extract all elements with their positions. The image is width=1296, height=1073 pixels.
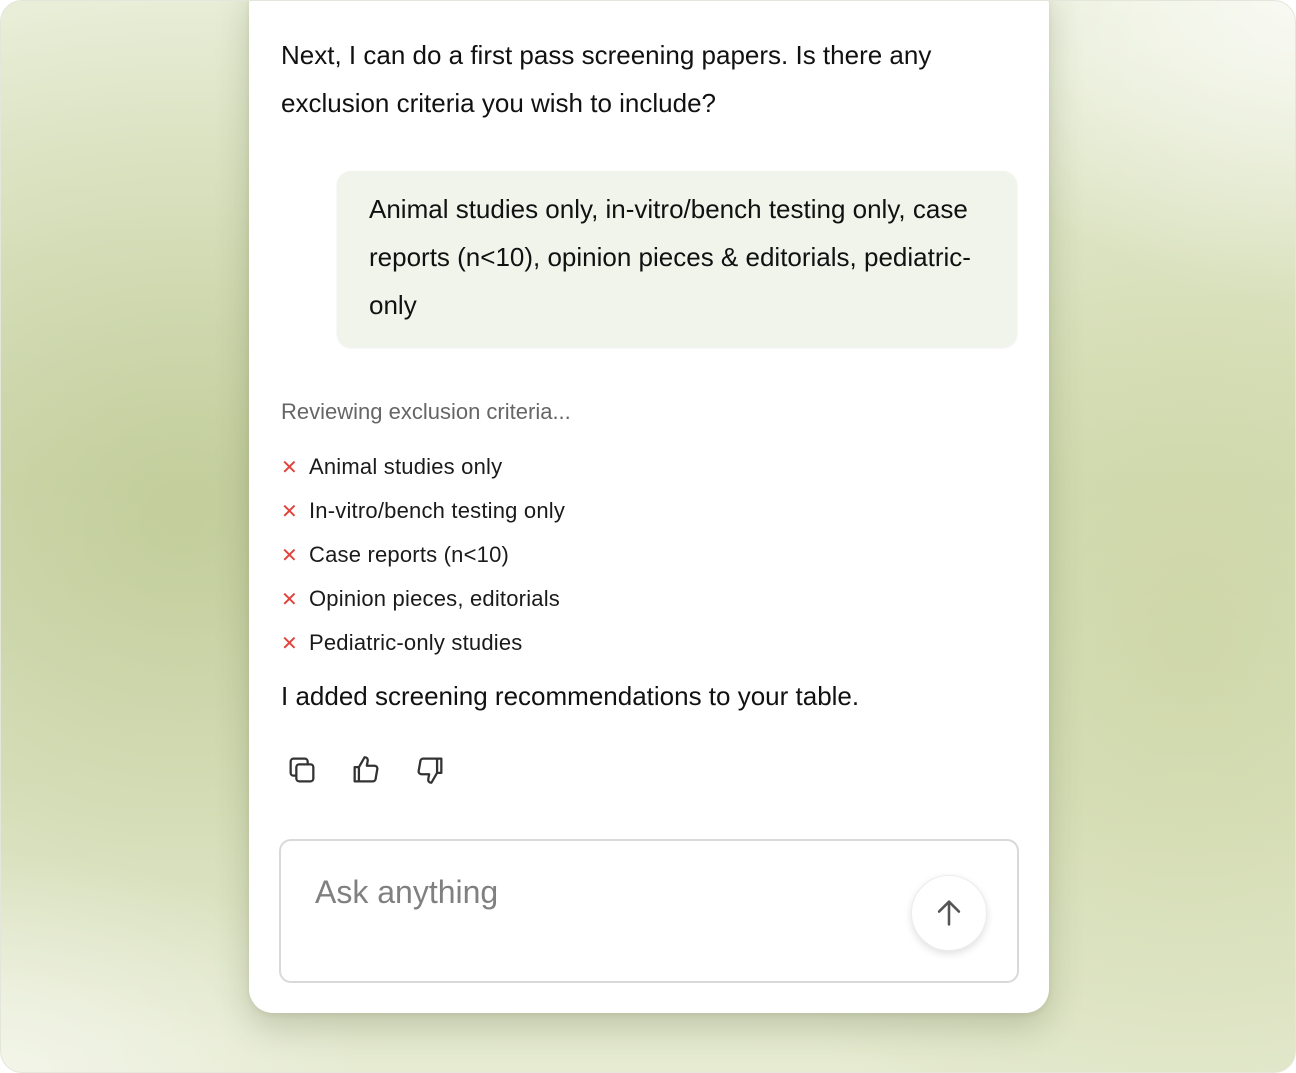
list-item: ✕ Animal studies only [281, 445, 565, 489]
thumbs-up-icon [353, 756, 379, 783]
assistant-message-result: I added screening recommendations to you… [281, 681, 860, 711]
criterion-label: Pediatric-only studies [309, 630, 523, 655]
thumbs-down-icon [417, 757, 443, 784]
criterion-label: Animal studies only [309, 454, 503, 479]
list-item: ✕ Case reports (n<10) [281, 533, 565, 577]
close-icon: ✕ [281, 455, 298, 479]
exclusion-criteria-list: ✕ Animal studies only ✕ In-vitro/bench t… [281, 445, 565, 665]
list-item: ✕ Pediatric-only studies [281, 621, 565, 665]
message-composer [279, 839, 1019, 983]
review-status-text: Reviewing exclusion criteria... [281, 399, 571, 424]
ask-input[interactable] [313, 873, 877, 912]
close-icon: ✕ [281, 587, 298, 611]
arrow-up-icon [937, 900, 961, 926]
list-item: ✕ In-vitro/bench testing only [281, 489, 565, 533]
close-icon: ✕ [281, 631, 298, 655]
criterion-label: In-vitro/bench testing only [309, 498, 566, 523]
thumbs-up-button[interactable] [349, 753, 383, 787]
copy-icon [289, 757, 315, 783]
user-message-text: Animal studies only, in-vitro/bench test… [369, 194, 971, 320]
close-icon: ✕ [281, 499, 298, 523]
send-button[interactable] [911, 875, 987, 951]
copy-button[interactable] [285, 753, 319, 787]
app-background: Next, I can do a first pass screening pa… [0, 0, 1296, 1073]
chat-panel: Next, I can do a first pass screening pa… [249, 1, 1049, 1013]
thumbs-down-button[interactable] [413, 753, 447, 787]
message-actions [285, 753, 447, 787]
close-icon: ✕ [281, 543, 298, 567]
assistant-message-intro: Next, I can do a first pass screening pa… [281, 40, 932, 118]
user-message-bubble: Animal studies only, in-vitro/bench test… [337, 171, 1017, 347]
criterion-label: Case reports (n<10) [309, 542, 510, 567]
criterion-label: Opinion pieces, editorials [309, 586, 561, 611]
list-item: ✕ Opinion pieces, editorials [281, 577, 565, 621]
